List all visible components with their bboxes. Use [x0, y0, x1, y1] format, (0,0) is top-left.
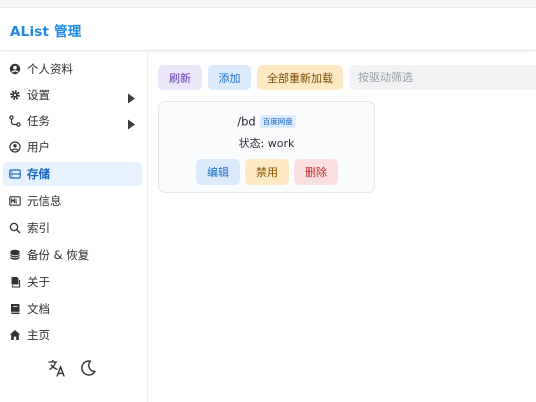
meta-icon: [8, 195, 21, 208]
gear-icon: [8, 89, 21, 102]
sidebar: 个人资料 设置 任务 用户 存储 元信息 索引 备份 & 恢复 关于 文档 主页: [0, 52, 148, 402]
search-icon: [8, 222, 21, 235]
sidebar-item-profile[interactable]: 个人资料: [3, 57, 142, 81]
storage-status: 状态: work: [238, 137, 295, 150]
sidebar-item-label: 备份 & 恢复: [27, 248, 90, 262]
sidebar-item-about[interactable]: 关于: [3, 270, 142, 294]
window-top-strip: [0, 0, 536, 8]
sidebar-footer: [0, 357, 148, 383]
driver-filter-input[interactable]: [349, 65, 536, 90]
storage-card: /bd 百度网盘 状态: work 编辑 禁用 删除: [158, 101, 375, 193]
app-title[interactable]: AList 管理: [10, 20, 81, 40]
sidebar-item-storage[interactable]: 存储: [3, 162, 142, 186]
tasks-icon: [8, 115, 21, 128]
storage-icon: [8, 168, 21, 181]
reload-all-button[interactable]: 全部重新加载: [257, 65, 343, 90]
sidebar-item-users[interactable]: 用户: [3, 135, 142, 159]
disable-button[interactable]: 禁用: [245, 159, 289, 185]
database-icon: [8, 249, 21, 262]
home-icon: [8, 329, 21, 342]
sidebar-item-backup[interactable]: 备份 & 恢复: [3, 243, 142, 267]
sidebar-item-home[interactable]: 主页: [3, 323, 142, 347]
translate-icon[interactable]: [46, 357, 68, 379]
book-icon: [8, 303, 21, 316]
sidebar-item-docs[interactable]: 文档: [3, 297, 142, 321]
chevron-right-icon: [127, 115, 136, 134]
add-button[interactable]: 添加: [208, 65, 251, 90]
driver-tag: 百度网盘: [259, 115, 296, 128]
sidebar-item-label: 设置: [27, 88, 50, 102]
sidebar-item-label: 个人资料: [27, 62, 73, 76]
about-icon: [8, 276, 21, 289]
mount-path: /bd: [237, 114, 256, 129]
sidebar-item-label: 用户: [27, 140, 50, 154]
user-icon: [8, 141, 21, 154]
sidebar-item-settings[interactable]: 设置: [3, 83, 142, 107]
app-header: AList 管理: [0, 8, 536, 51]
sidebar-item-label: 元信息: [27, 194, 62, 208]
sidebar-item-label: 存储: [27, 167, 50, 181]
delete-button[interactable]: 删除: [294, 159, 338, 185]
profile-icon: [8, 63, 21, 76]
sidebar-item-label: 关于: [27, 275, 50, 289]
storage-card-title: /bd 百度网盘: [159, 114, 374, 129]
sidebar-item-meta[interactable]: 元信息: [3, 189, 142, 213]
sidebar-item-label: 索引: [27, 221, 50, 235]
chevron-right-icon: [127, 89, 136, 108]
refresh-button[interactable]: 刷新: [158, 65, 202, 90]
edit-button[interactable]: 编辑: [196, 159, 240, 185]
moon-icon[interactable]: [77, 357, 99, 379]
sidebar-item-label: 任务: [27, 114, 50, 128]
sidebar-item-tasks[interactable]: 任务: [3, 109, 142, 133]
sidebar-item-label: 主页: [27, 328, 50, 342]
sidebar-item-label: 文档: [27, 302, 50, 316]
sidebar-item-index[interactable]: 索引: [3, 216, 142, 240]
